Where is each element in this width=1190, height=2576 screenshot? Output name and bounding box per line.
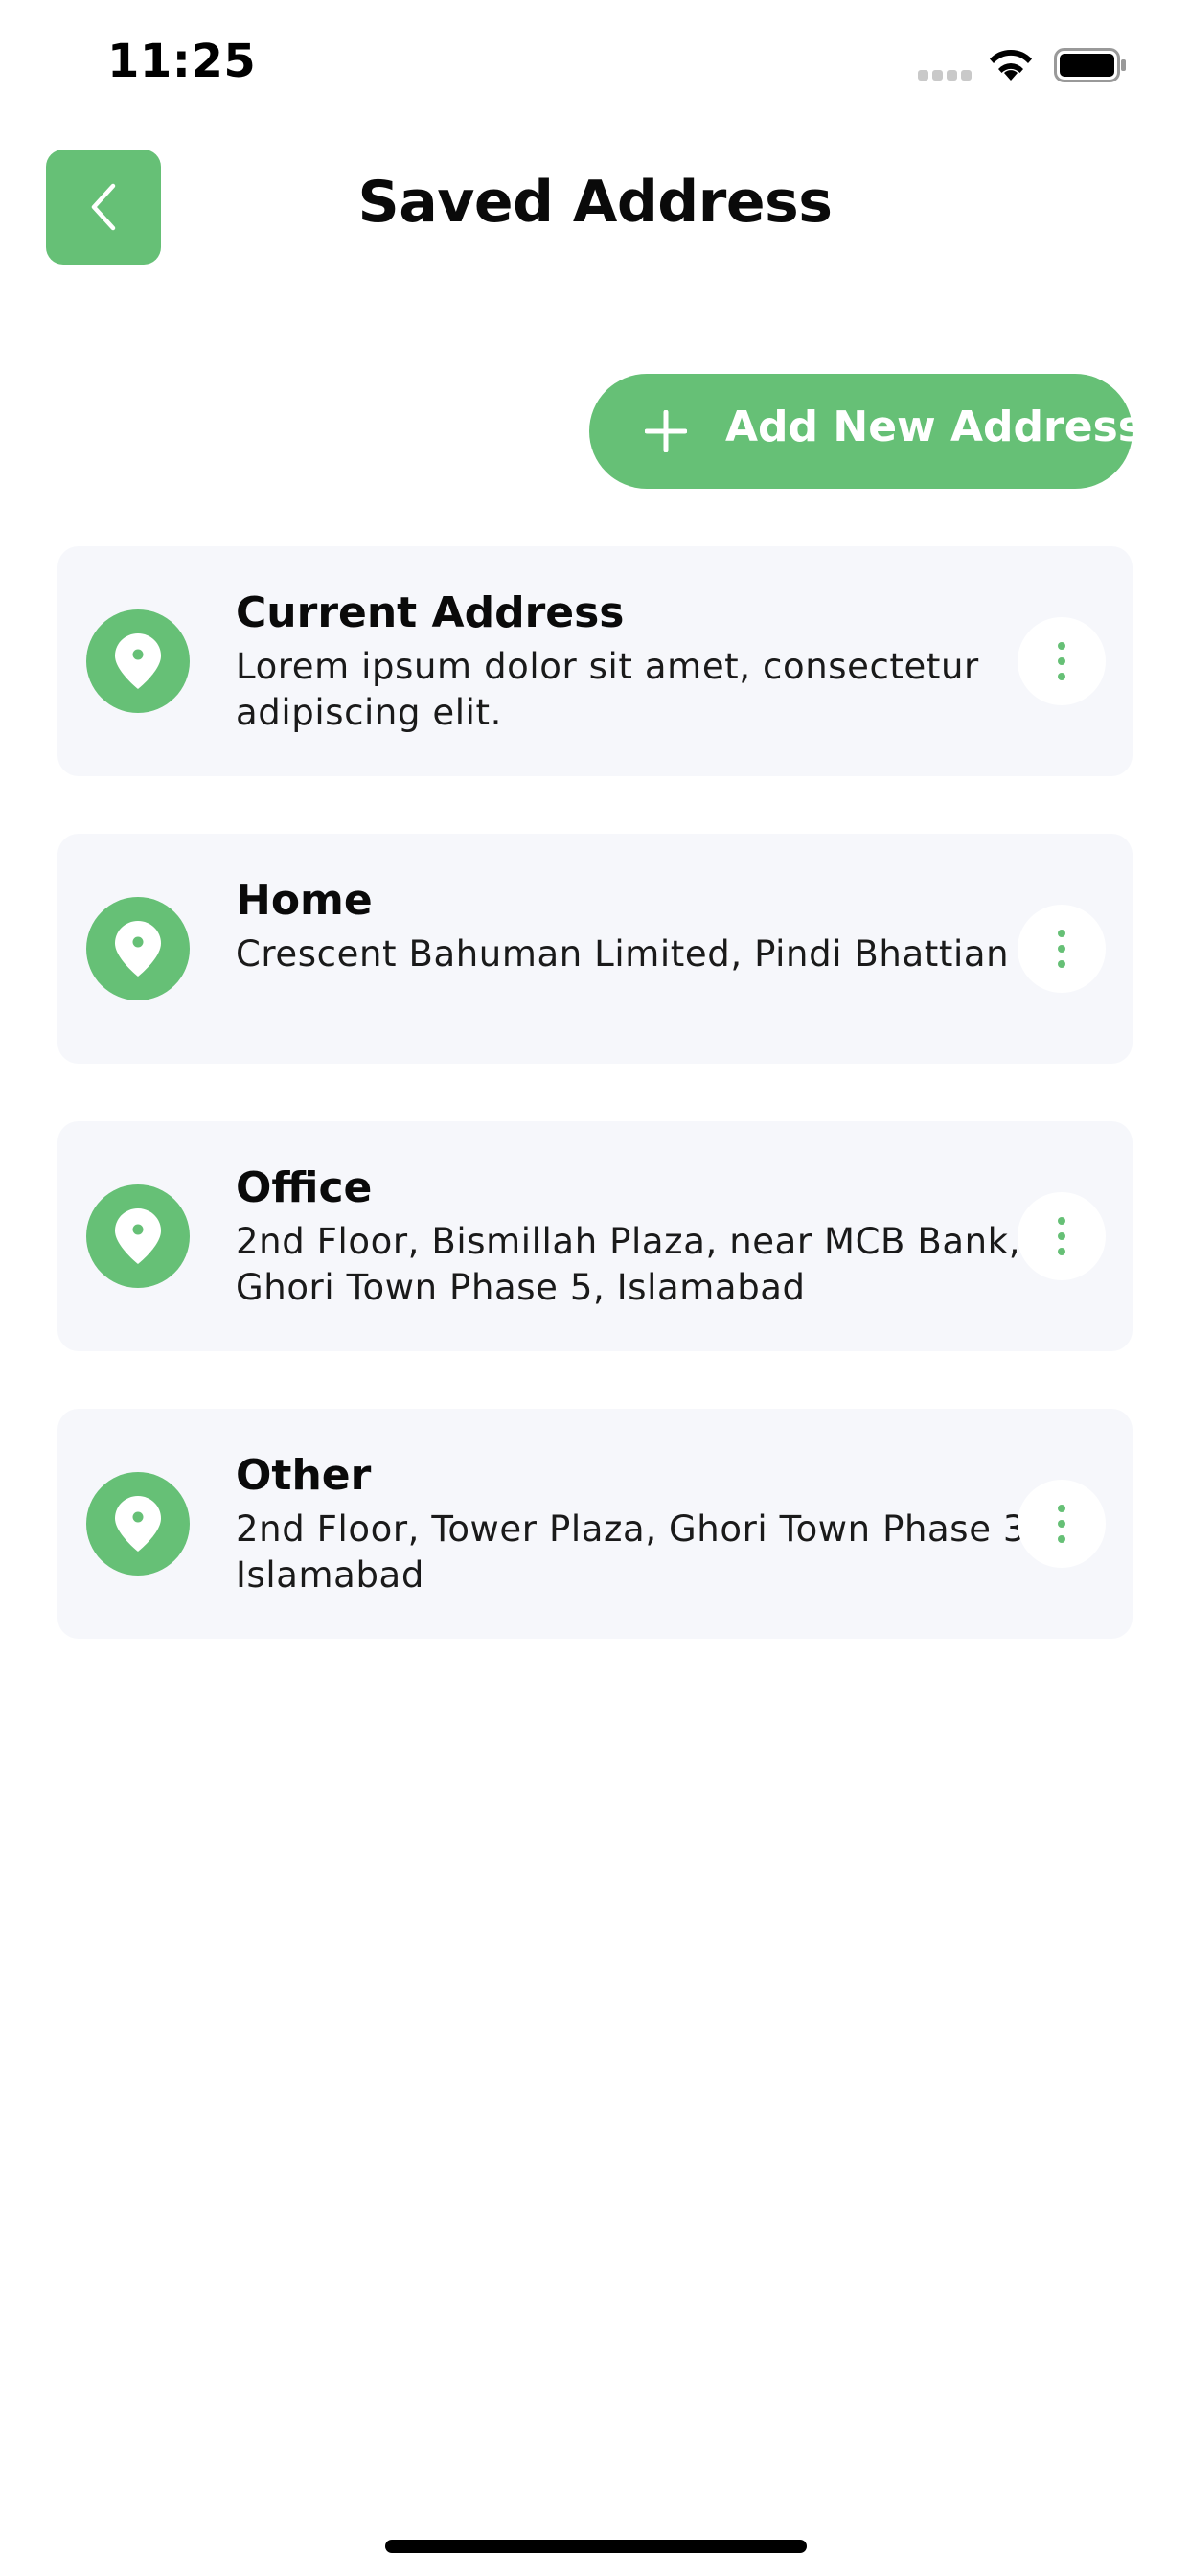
more-vertical-icon xyxy=(1058,1505,1065,1543)
address-text: Lorem ipsum dolor sit amet, consectetur … xyxy=(236,646,979,733)
add-new-address-button[interactable]: Add New Address xyxy=(589,374,1143,489)
address-card-other[interactable]: Other 2nd Floor, Tower Plaza, Ghori Town… xyxy=(57,1409,1133,1639)
address-card-office[interactable]: Office 2nd Floor, Bismillah Plaza, near … xyxy=(57,1121,1133,1351)
address-text: 2nd Floor, Bismillah Plaza, near MCB Ban… xyxy=(236,1221,1021,1308)
more-options-button[interactable] xyxy=(1018,617,1106,705)
address-title: Home xyxy=(236,876,373,925)
address-title: Office xyxy=(236,1163,373,1212)
location-pin-badge xyxy=(86,897,190,1000)
more-vertical-icon xyxy=(1058,930,1065,968)
address-card-current[interactable]: Current Address Lorem ipsum dolor sit am… xyxy=(57,546,1133,776)
more-vertical-icon xyxy=(1058,642,1065,680)
more-options-button[interactable] xyxy=(1018,1480,1106,1568)
page-title: Saved Address xyxy=(357,169,833,236)
status-time: 11:25 xyxy=(107,34,257,88)
location-pin-icon xyxy=(115,921,161,977)
more-options-button[interactable] xyxy=(1018,1192,1106,1280)
battery-icon xyxy=(1054,48,1126,82)
cellular-signal-icon xyxy=(918,70,972,81)
location-pin-icon xyxy=(115,633,161,689)
address-title: Current Address xyxy=(236,588,625,637)
location-pin-icon xyxy=(115,1496,161,1552)
location-pin-badge xyxy=(86,1184,190,1288)
add-new-address-label: Add New Address xyxy=(725,402,1143,451)
more-vertical-icon xyxy=(1058,1217,1065,1255)
address-text: Crescent Bahuman Limited, Pindi Bhattian xyxy=(236,933,1010,975)
plus-icon xyxy=(645,410,687,452)
wifi-icon xyxy=(990,49,1032,80)
address-text: 2nd Floor, Tower Plaza, Ghori Town Phase… xyxy=(236,1508,1039,1596)
location-pin-badge xyxy=(86,610,190,713)
status-bar: 11:25 xyxy=(0,0,1190,126)
location-pin-badge xyxy=(86,1472,190,1576)
more-options-button[interactable] xyxy=(1018,905,1106,993)
address-list: Current Address Lorem ipsum dolor sit am… xyxy=(57,546,1133,1696)
location-pin-icon xyxy=(115,1208,161,1264)
address-card-home[interactable]: Home Crescent Bahuman Limited, Pindi Bha… xyxy=(57,834,1133,1064)
home-indicator[interactable] xyxy=(385,2540,807,2553)
address-title: Other xyxy=(236,1451,372,1500)
